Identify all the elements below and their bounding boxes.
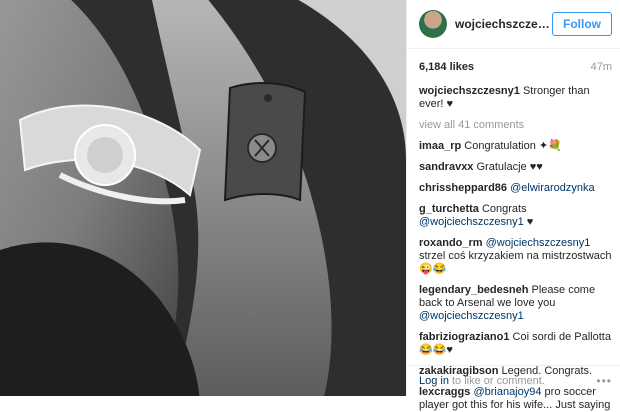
login-prompt-text: to like or comment. <box>451 375 545 387</box>
comment-mention[interactable]: @wojciechszczesny1 <box>486 237 591 249</box>
avatar[interactable] <box>419 10 447 38</box>
list-item: chrissheppard86 @elwirarodzynka <box>419 182 612 195</box>
comment-username[interactable]: chrissheppard86 <box>419 182 507 194</box>
comment-username[interactable]: roxando_rm <box>419 237 483 249</box>
comment-text: Gratulacje ♥♥ <box>476 161 543 173</box>
post-caption: wojciechszczesny1 Stronger than ever! ♥ <box>419 85 612 111</box>
heart-icon: ♥ <box>446 98 454 110</box>
post-footer: Log in to like or comment. ••• <box>407 365 620 396</box>
list-item: imaa_rp Congratulation ✦💐 <box>419 140 612 153</box>
post-side-panel: wojciechszczesny1 Follow 6,184 likes 47m… <box>406 0 620 411</box>
comment-mention[interactable]: @elwirarodzynka <box>510 182 595 194</box>
comment-username[interactable]: sandravxx <box>419 161 473 173</box>
comment-username[interactable]: fabriziograziano1 <box>419 331 509 343</box>
list-item: roxando_rm @wojciechszczesny1 strzel coś… <box>419 237 612 276</box>
list-item: sandravxx Gratulacje ♥♥ <box>419 161 612 174</box>
login-link[interactable]: Log in <box>419 375 449 387</box>
list-item: legendary_bedesneh Please come back to A… <box>419 284 612 323</box>
follow-button[interactable]: Follow <box>552 12 612 36</box>
rings-photo-illustration <box>0 0 406 396</box>
post-meta: 6,184 likes 47m <box>407 49 620 85</box>
list-item: fabriziograziano1 Coi sordi de Pallotta … <box>419 331 612 357</box>
comments-list: wojciechszczesny1 Stronger than ever! ♥ … <box>407 85 620 412</box>
comment-username[interactable]: imaa_rp <box>419 140 461 152</box>
more-options-icon[interactable]: ••• <box>596 374 612 388</box>
caption-username[interactable]: wojciechszczesny1 <box>419 85 520 97</box>
post-header: wojciechszczesny1 Follow <box>407 0 620 49</box>
list-item: g_turchetta Congrats @wojciechszczesny1 … <box>419 203 612 229</box>
comment-text: Congratulation ✦💐 <box>464 140 562 152</box>
header-username[interactable]: wojciechszczesny1 <box>455 17 552 31</box>
heart-icon: ♥ <box>523 216 534 228</box>
view-all-comments-link[interactable]: view all 41 comments <box>419 119 612 132</box>
comment-username[interactable]: legendary_bedesneh <box>419 284 528 296</box>
comment-text: Congrats <box>481 203 527 215</box>
cartier-band <box>223 82 307 202</box>
comment-text: strzel coś krzyzakiem na mistrzostwach 😜… <box>419 250 612 275</box>
comment-username[interactable]: g_turchetta <box>419 203 479 215</box>
comment-mention[interactable]: @wojciechszczesny1 <box>419 216 524 228</box>
post-photo[interactable] <box>0 0 406 396</box>
likes-count[interactable]: 6,184 likes <box>419 61 474 73</box>
post-timestamp[interactable]: 47m <box>591 61 612 73</box>
comment-mention[interactable]: @wojciechszczesny1 <box>419 310 524 322</box>
post-container: wojciechszczesny1 Follow 6,184 likes 47m… <box>0 0 620 411</box>
